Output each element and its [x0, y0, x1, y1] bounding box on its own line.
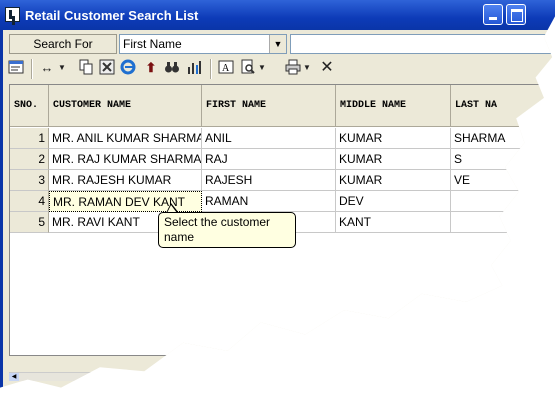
- print-icon[interactable]: [284, 59, 302, 77]
- table-row[interactable]: 3 MR. RAJESH KUMAR RAJESH KUMAR VE: [10, 170, 555, 191]
- print-preview-icon[interactable]: [239, 59, 257, 77]
- sno-cell: 4: [10, 191, 49, 212]
- column-header-middle-name[interactable]: MIDDLE NAME: [336, 85, 451, 127]
- middle-name-cell[interactable]: KUMAR: [336, 170, 451, 191]
- horizontal-scrollbar[interactable]: ◀: [9, 372, 99, 381]
- last-name-cell[interactable]: [451, 191, 555, 212]
- search-field-dropdown[interactable]: First Name ▼: [119, 34, 287, 54]
- last-name-cell[interactable]: S: [451, 149, 555, 170]
- column-header-customer-name[interactable]: CUSTOMER NAME: [49, 85, 202, 127]
- chevron-down-icon[interactable]: ▼: [58, 59, 66, 77]
- sno-cell: 3: [10, 170, 49, 191]
- tooltip: Select the customer name: [158, 212, 296, 248]
- title-bar[interactable]: Retail Customer Search List: [0, 0, 555, 30]
- dropdown-arrow-icon[interactable]: ▼: [269, 35, 286, 53]
- middle-name-cell[interactable]: DEV: [336, 191, 451, 212]
- copy-icon[interactable]: [77, 59, 95, 77]
- browser-icon[interactable]: [119, 59, 137, 77]
- middle-name-cell[interactable]: KUMAR: [336, 149, 451, 170]
- chevron-down-icon[interactable]: ▼: [258, 59, 266, 77]
- search-row: Search For First Name ▼: [9, 34, 552, 54]
- scroll-left-icon[interactable]: ◀: [9, 373, 19, 381]
- last-name-cell[interactable]: [451, 212, 555, 233]
- close-x-icon[interactable]: ✕: [318, 59, 336, 77]
- customer-name-cell[interactable]: MR. RAJ KUMAR SHARMA: [49, 149, 202, 170]
- app-icon: [5, 7, 20, 22]
- toolbar: ↔ ▼ ⬆ A ▼ ▼ ✕: [5, 57, 545, 81]
- first-name-cell[interactable]: RAJ: [202, 149, 336, 170]
- column-header-sno[interactable]: SNO.: [10, 85, 49, 127]
- search-field-value: First Name: [123, 37, 182, 51]
- customer-name-cell-selected[interactable]: MR. RAMAN DEV KANT: [49, 191, 202, 212]
- tooltip-line-1: Select the customer: [164, 215, 271, 229]
- maximize-button[interactable]: [506, 4, 526, 25]
- first-name-cell[interactable]: RAMAN: [202, 191, 336, 212]
- search-for-label: Search For: [9, 34, 117, 54]
- table-row[interactable]: 2 MR. RAJ KUMAR SHARMA RAJ KUMAR S: [10, 149, 555, 170]
- resize-columns-icon[interactable]: ↔: [37, 59, 57, 77]
- font-icon[interactable]: A: [217, 59, 235, 77]
- search-text-input[interactable]: [290, 34, 552, 54]
- up-arrow-icon[interactable]: ⬆: [142, 59, 160, 77]
- column-header-last-name[interactable]: LAST NA: [451, 85, 555, 127]
- table-row-selected[interactable]: 4 MR. RAMAN DEV KANT RAMAN DEV: [10, 191, 555, 212]
- last-name-cell[interactable]: SHARMA: [451, 128, 555, 149]
- middle-name-cell[interactable]: KANT: [336, 212, 451, 233]
- table-row[interactable]: 1 MR. ANIL KUMAR SHARMA ANIL KUMAR SHARM…: [10, 128, 555, 149]
- last-name-cell[interactable]: VE: [451, 170, 555, 191]
- middle-name-cell[interactable]: KUMAR: [336, 128, 451, 149]
- window-title: Retail Customer Search List: [25, 8, 199, 23]
- status-text: ter>. Press: [71, 393, 125, 405]
- find-icon[interactable]: [163, 59, 181, 77]
- sno-cell: 1: [10, 128, 49, 149]
- customer-name-cell[interactable]: MR. ANIL KUMAR SHARMA: [49, 128, 202, 149]
- minimize-button[interactable]: [483, 4, 503, 25]
- grid-header: SNO. CUSTOMER NAME FIRST NAME MIDDLE NAM…: [10, 85, 555, 127]
- form-icon[interactable]: [7, 59, 25, 77]
- customer-search-window: Retail Customer Search List Search For F…: [0, 0, 555, 405]
- column-header-first-name[interactable]: FIRST NAME: [202, 85, 336, 127]
- first-name-cell[interactable]: ANIL: [202, 128, 336, 149]
- chevron-down-icon[interactable]: ▼: [303, 59, 311, 77]
- sno-cell: 5: [10, 212, 49, 233]
- tooltip-line-2: name: [164, 230, 195, 244]
- excel-icon[interactable]: [98, 59, 116, 77]
- first-name-cell[interactable]: RAJESH: [202, 170, 336, 191]
- customer-name-cell[interactable]: MR. RAJESH KUMAR: [49, 170, 202, 191]
- svg-text:A: A: [222, 63, 230, 74]
- chart-icon[interactable]: [185, 59, 203, 77]
- sno-cell: 2: [10, 149, 49, 170]
